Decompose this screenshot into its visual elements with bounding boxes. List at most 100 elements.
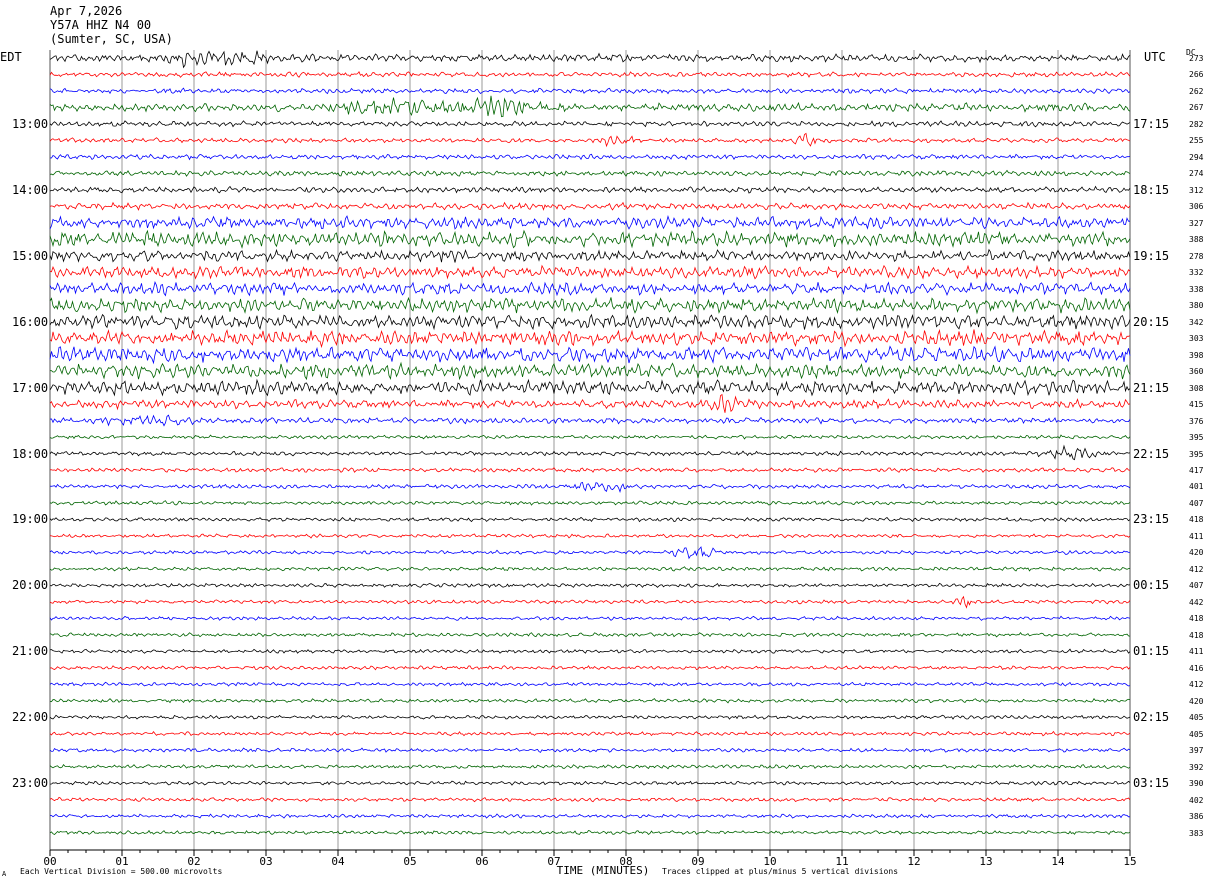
dc-offset-value: 332 bbox=[1189, 268, 1204, 278]
right-axis-title: UTC bbox=[1144, 50, 1166, 64]
header-station: Y57A HHZ N4 00 bbox=[50, 18, 152, 32]
trace-2 bbox=[49, 87, 1131, 95]
dc-offset-value: 392 bbox=[1189, 762, 1204, 772]
trace-12 bbox=[49, 248, 1131, 263]
left-hour-label: 19:00 bbox=[12, 512, 49, 527]
left-hour-label: 17:00 bbox=[12, 380, 49, 395]
dc-offset-value: 416 bbox=[1189, 663, 1204, 673]
left-hour-label: 20:00 bbox=[12, 578, 49, 593]
left-hour-label: 18:00 bbox=[12, 446, 49, 461]
minute-gridlines bbox=[49, 50, 1131, 851]
header-date: Apr 7,2026 bbox=[50, 4, 123, 18]
footer-corner-mark: A bbox=[2, 870, 7, 878]
trace-0 bbox=[49, 50, 1131, 69]
x-tick-label: 04 bbox=[331, 855, 345, 868]
trace-41 bbox=[49, 730, 1131, 737]
trace-17 bbox=[49, 328, 1131, 349]
left-axis-title: EDT bbox=[0, 50, 22, 64]
trace-33 bbox=[49, 595, 1131, 609]
trace-25 bbox=[50, 467, 1131, 473]
trace-26 bbox=[49, 481, 1131, 493]
x-tick-label: 06 bbox=[475, 855, 488, 868]
left-hour-label: 13:00 bbox=[12, 116, 49, 131]
right-hour-label: 22:15 bbox=[1133, 446, 1170, 461]
trace-45 bbox=[49, 796, 1131, 803]
dc-offset-value: 417 bbox=[1189, 466, 1204, 475]
dc-offset-value: 306 bbox=[1189, 202, 1204, 212]
dc-offset-value: 338 bbox=[1189, 284, 1204, 294]
dc-offset-value: 383 bbox=[1189, 828, 1204, 838]
dc-offset-value: 407 bbox=[1189, 498, 1204, 508]
dc-offset-value: 405 bbox=[1189, 713, 1204, 723]
trace-28 bbox=[49, 516, 1131, 523]
dc-offset-value: 402 bbox=[1189, 795, 1204, 805]
trace-31 bbox=[49, 566, 1131, 572]
dc-offset-value: 412 bbox=[1189, 680, 1204, 690]
dc-offset-value: 303 bbox=[1189, 334, 1204, 344]
trace-47 bbox=[49, 829, 1131, 836]
dc-offset-value: 442 bbox=[1189, 597, 1204, 607]
dc-offset-value: 294 bbox=[1189, 152, 1204, 162]
dc-offset-value: 397 bbox=[1189, 746, 1204, 756]
dc-offset-value: 386 bbox=[1189, 812, 1204, 822]
dc-offset-value: 308 bbox=[1189, 383, 1204, 393]
x-tick-label: 13 bbox=[979, 855, 992, 868]
trace-10 bbox=[49, 214, 1130, 231]
trace-6 bbox=[50, 153, 1131, 161]
x-tick-label: 05 bbox=[403, 855, 416, 868]
dc-offset-value: 342 bbox=[1189, 317, 1204, 327]
trace-21 bbox=[49, 393, 1131, 413]
dc-offset-value: 266 bbox=[1189, 70, 1204, 80]
dc-offset-value: 415 bbox=[1189, 400, 1204, 410]
left-hour-label: 22:00 bbox=[12, 710, 49, 725]
trace-46 bbox=[49, 813, 1130, 819]
dc-offset-value: 388 bbox=[1189, 235, 1204, 245]
trace-lines bbox=[49, 50, 1131, 836]
dc-offset-value: 420 bbox=[1189, 548, 1204, 558]
trace-37 bbox=[49, 665, 1131, 671]
dc-offset-value: 420 bbox=[1189, 696, 1204, 706]
right-hour-label: 03:15 bbox=[1133, 776, 1170, 791]
footer-scale-note: Each Vertical Division = 500.00 microvol… bbox=[20, 867, 223, 876]
left-hour-label: 23:00 bbox=[12, 776, 49, 791]
dc-offset-value: 412 bbox=[1189, 564, 1204, 574]
dc-offset-value: 278 bbox=[1189, 251, 1204, 261]
trace-5 bbox=[49, 132, 1131, 148]
trace-35 bbox=[49, 632, 1131, 638]
right-hour-label: 23:15 bbox=[1133, 512, 1170, 527]
trace-7 bbox=[49, 169, 1131, 177]
trace-18 bbox=[49, 345, 1131, 365]
dc-offset-value: 273 bbox=[1189, 54, 1204, 63]
dc-offset-value: 262 bbox=[1189, 86, 1204, 96]
trace-11 bbox=[49, 229, 1131, 249]
dc-offset-value: 398 bbox=[1189, 350, 1204, 360]
dc-offset-value: 390 bbox=[1189, 779, 1204, 789]
x-tick-label: 12 bbox=[907, 855, 920, 868]
x-tick-label: 03 bbox=[259, 855, 272, 868]
dc-offset-value: 360 bbox=[1189, 367, 1204, 377]
dc-offset-value: 267 bbox=[1189, 103, 1204, 113]
dc-offset-value: 401 bbox=[1189, 482, 1204, 492]
seismogram-plot: 00 01 02 03 04 05 06 07 08 09 10 11 12 13 14 15 TIME (M… bbox=[43, 50, 1137, 877]
trace-8 bbox=[49, 185, 1131, 194]
trace-38 bbox=[49, 681, 1131, 687]
chart-header: Apr 7,2026 Y57A HHZ N4 00 (Sumter, SC, U… bbox=[50, 4, 173, 46]
trace-40 bbox=[49, 714, 1131, 720]
dc-offset-value: 282 bbox=[1189, 119, 1204, 129]
x-tick-label: 14 bbox=[1051, 855, 1065, 868]
trace-30 bbox=[49, 546, 1131, 560]
trace-4 bbox=[49, 120, 1131, 128]
trace-39 bbox=[49, 698, 1131, 704]
trace-20 bbox=[49, 378, 1131, 397]
trace-44 bbox=[49, 780, 1131, 786]
dc-offset-value: 407 bbox=[1189, 581, 1204, 591]
right-hour-label: 19:15 bbox=[1133, 248, 1170, 263]
dc-offset-value: 411 bbox=[1189, 647, 1204, 657]
trace-22 bbox=[49, 414, 1131, 427]
trace-14 bbox=[49, 281, 1131, 297]
dc-offset-value: 274 bbox=[1189, 169, 1204, 179]
right-hour-label: 17:15 bbox=[1133, 116, 1170, 131]
trace-36 bbox=[49, 648, 1131, 654]
right-hour-label: 20:15 bbox=[1133, 314, 1170, 329]
right-hour-label: 21:15 bbox=[1133, 380, 1170, 395]
